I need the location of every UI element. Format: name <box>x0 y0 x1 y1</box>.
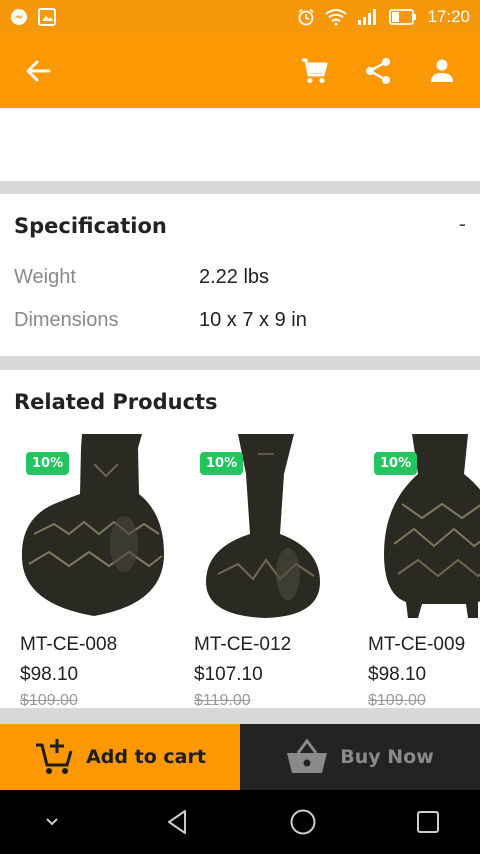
product-old-price: $109.00 <box>20 692 78 708</box>
nav-back-button[interactable] <box>153 798 201 846</box>
section-divider <box>0 356 480 370</box>
nav-collapse-button[interactable] <box>28 798 76 846</box>
messenger-icon <box>10 8 28 26</box>
product-card[interactable]: 10% MT-CE-009 $98.10 $109.00 <box>362 434 480 708</box>
product-card[interactable]: 10% MT-CE-008 $98.10 $109.00 <box>14 434 174 708</box>
spec-value: 2.22 lbs <box>199 266 270 288</box>
add-to-cart-button[interactable]: Add to cart <box>0 724 240 790</box>
product-sku: MT-CE-008 <box>20 634 118 655</box>
section-divider <box>0 708 480 724</box>
product-price: $107.10 <box>194 664 263 685</box>
basket-icon <box>287 739 328 773</box>
bottom-action-bar: Add to cart Buy Now <box>0 724 480 790</box>
system-nav-bar <box>0 790 480 854</box>
nav-home-button[interactable] <box>279 798 327 846</box>
related-products-list: 10% MT-CE-008 $98.10 $109.00 10% MT-CE-0 <box>14 434 480 708</box>
discount-badge: 10% <box>374 452 418 475</box>
status-bar: 17:20 <box>0 0 480 34</box>
back-arrow-icon <box>26 60 51 82</box>
back-button[interactable] <box>14 47 62 95</box>
back-triangle-icon <box>168 810 187 834</box>
status-left <box>10 8 56 26</box>
signal-icon <box>357 8 379 26</box>
home-circle-icon <box>290 809 316 835</box>
status-time: 17:20 <box>427 7 470 26</box>
collapse-chevron-icon <box>46 818 58 826</box>
wifi-icon <box>325 8 348 26</box>
alarm-icon <box>297 8 315 26</box>
product-old-price: $119.00 <box>194 692 251 708</box>
screen: 17:20 Specification - Weight 2.22 lbs Di… <box>0 0 480 854</box>
section-divider <box>0 181 480 194</box>
product-sku: MT-CE-009 <box>368 634 466 655</box>
spec-label: Dimensions <box>14 309 119 331</box>
buy-now-label: Buy Now <box>340 746 434 768</box>
share-icon <box>366 58 390 84</box>
add-to-cart-label: Add to cart <box>86 746 206 768</box>
spec-value: 10 x 7 x 9 in <box>199 309 307 331</box>
discount-badge: 10% <box>26 452 70 475</box>
buy-now-button[interactable]: Buy Now <box>240 724 480 790</box>
account-icon <box>431 59 453 82</box>
discount-badge: 10% <box>200 452 244 475</box>
battery-icon <box>389 9 417 25</box>
cart-button[interactable] <box>290 47 338 95</box>
spec-label: Weight <box>14 266 76 288</box>
account-button[interactable] <box>418 47 466 95</box>
add-to-cart-icon <box>36 739 73 774</box>
product-card[interactable]: 10% MT-CE-012 $107.10 $119.00 <box>188 434 348 708</box>
specification-section: Specification - Weight 2.22 lbs Dimensio… <box>0 194 480 356</box>
nav-recents-button[interactable] <box>404 798 452 846</box>
gallery-icon <box>38 8 56 26</box>
status-right: 17:20 <box>297 7 470 27</box>
share-button[interactable] <box>354 47 402 95</box>
specification-title: Specification <box>14 214 167 238</box>
specification-collapse-toggle[interactable]: - <box>459 212 466 236</box>
product-sku: MT-CE-012 <box>194 634 292 655</box>
cart-icon <box>302 58 328 83</box>
app-bar <box>0 34 480 108</box>
description-area <box>0 108 480 181</box>
related-products-section: Related Products 10% MT-CE-008 $98.10 $1… <box>0 370 480 708</box>
recents-square-icon <box>416 811 439 833</box>
product-price: $98.10 <box>368 664 427 685</box>
product-old-price: $109.00 <box>368 692 426 708</box>
product-price: $98.10 <box>20 664 79 685</box>
related-products-title: Related Products <box>14 390 218 414</box>
